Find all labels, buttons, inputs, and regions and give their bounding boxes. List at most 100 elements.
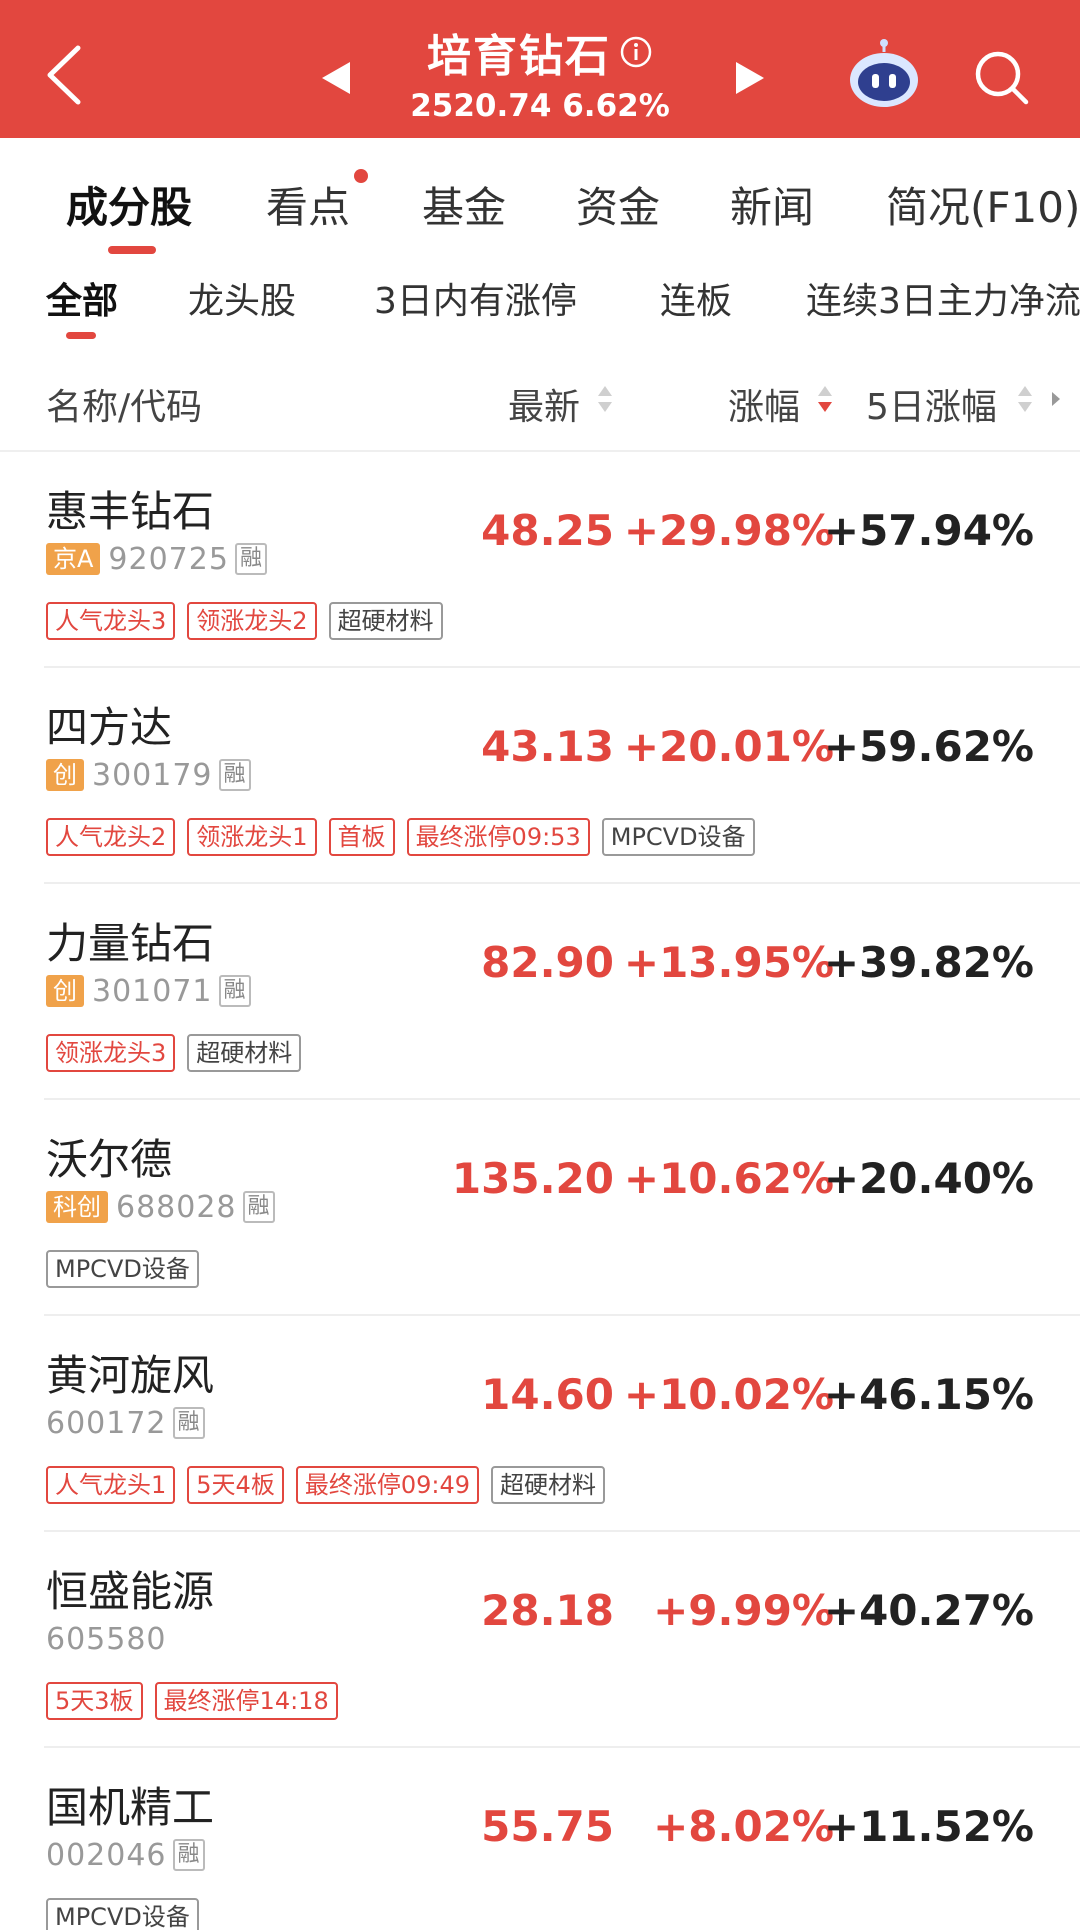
stock-code-line: 科创 688028 融 <box>46 1190 275 1225</box>
stock-row[interactable]: 力量钻石创 301071 融 82.90 +13.95% +39.82% 领涨龙头3 超硬材料 <box>0 884 1080 1100</box>
tag-list: 领涨龙头3 超硬材料 <box>46 1034 313 1072</box>
change-percent: +13.95% <box>623 938 834 987</box>
app-header: 培育钻石 2520.74 6.62% <box>0 0 1080 138</box>
change-5d-percent: +40.27% <box>823 1586 1034 1635</box>
change-5d-percent: +46.15% <box>823 1370 1034 1419</box>
tab-constituents[interactable]: 成分股 <box>66 174 192 235</box>
stock-tag[interactable]: 人气龙头1 <box>46 1466 176 1504</box>
sort-desc-icon[interactable] <box>816 382 834 418</box>
market-badge: 创 <box>46 759 84 791</box>
change-percent: +20.01% <box>623 722 834 771</box>
col-name-code: 名称/代码 <box>46 387 203 428</box>
stock-row[interactable]: 沃尔德 科创 688028 融 135.20 +10.62% +20.40% MPCVD设备 <box>0 1100 1080 1316</box>
tab-capital[interactable]: 资金 <box>576 174 660 235</box>
tab-funds[interactable]: 基金 <box>422 174 506 235</box>
stock-code: 605580 <box>46 1621 167 1657</box>
index-quote: 2520.74 6.62% <box>380 88 700 124</box>
index-change: 6.62% <box>562 88 670 124</box>
tag-list: 人气龙头3 领涨龙头2 超硬材料 <box>46 602 455 640</box>
tag-list: MPCVD设备 <box>46 1250 211 1288</box>
latest-price: 28.18 <box>481 1586 614 1635</box>
latest-price: 82.90 <box>481 938 614 987</box>
search-icon[interactable] <box>970 46 1032 108</box>
tab-profile[interactable]: 简况(F10) <box>886 174 1080 235</box>
tag-list: 5天3板 最终涨停14:18 <box>46 1682 350 1720</box>
change-percent: +29.98% <box>623 506 834 555</box>
sort-icon[interactable] <box>596 382 614 418</box>
col-latest[interactable]: 最新 <box>508 378 580 430</box>
stock-code-line: 002046 融 <box>46 1838 205 1873</box>
stock-row[interactable]: 四方达创 300179 融 43.13 +20.01% +59.62% 人气龙头2 领涨龙头1… <box>0 668 1080 884</box>
stock-tag[interactable]: 5天3板 <box>46 1682 143 1720</box>
change-percent: +10.02% <box>623 1370 834 1419</box>
stock-tag[interactable]: MPCVD设备 <box>601 818 755 856</box>
index-value: 2520.74 <box>410 88 552 124</box>
tag-list: 人气龙头1 5天4板 最终涨停09:49 超硬材料 <box>46 1466 617 1504</box>
stock-tag[interactable]: MPCVD设备 <box>46 1898 199 1930</box>
tab-news[interactable]: 新闻 <box>730 174 814 235</box>
change-5d-percent: +39.82% <box>823 938 1034 987</box>
market-badge: 科创 <box>46 1191 108 1223</box>
col-change[interactable]: 涨幅 <box>728 378 800 430</box>
main-tab-bar: 成分股 看点 基金 资金 新闻 简况(F10) <box>0 138 1080 258</box>
stock-tag[interactable]: 5天4板 <box>187 1466 284 1504</box>
stock-code-line: 600172 融 <box>46 1406 205 1441</box>
margin-tag: 融 <box>242 1191 275 1223</box>
tag-list: MPCVD设备 <box>46 1898 211 1930</box>
stock-row[interactable]: 国机精工 002046 融 55.75 +8.02% +11.52% MPCVD设备 <box>0 1748 1080 1930</box>
stock-tag[interactable]: 首板 <box>328 818 395 856</box>
stock-tag[interactable]: 人气龙头3 <box>46 602 176 640</box>
subtab-limit-up-3d[interactable]: 3日内有涨停 <box>374 272 577 324</box>
stock-tag[interactable]: 领涨龙头1 <box>187 818 317 856</box>
margin-tag: 融 <box>172 1407 205 1439</box>
info-icon[interactable] <box>619 35 653 69</box>
new-content-dot <box>354 169 368 183</box>
subtab-main-inflow[interactable]: 连续3日主力净流 <box>806 272 1080 324</box>
stock-tag[interactable]: 超硬材料 <box>328 602 443 640</box>
stock-row[interactable]: 恒盛能源 605580 28.18 +9.99% +40.27% 5天3板 最终涨停14:1… <box>0 1532 1080 1748</box>
tab-highlights[interactable]: 看点 <box>266 174 350 235</box>
latest-price: 43.13 <box>481 722 614 771</box>
stock-tag[interactable]: 领涨龙头3 <box>46 1034 176 1072</box>
change-percent: +8.02% <box>653 1802 834 1851</box>
change-percent: +9.99% <box>653 1586 834 1635</box>
stock-code: 301071 <box>92 973 213 1009</box>
stock-name: 惠丰钻石 <box>46 487 215 536</box>
stock-code: 920725 <box>108 541 229 577</box>
margin-tag: 融 <box>172 1839 205 1871</box>
stock-row[interactable]: 惠丰钻石京A 920725 融 48.25 +29.98% +57.94% 人气龙头3 领涨龙… <box>0 452 1080 668</box>
margin-tag: 融 <box>218 759 251 791</box>
subtab-consecutive[interactable]: 连板 <box>660 272 732 324</box>
change-5d-percent: +57.94% <box>823 506 1034 555</box>
stock-tag[interactable]: MPCVD设备 <box>46 1250 199 1288</box>
subtab-leaders[interactable]: 龙头股 <box>188 272 296 324</box>
scroll-right-icon[interactable] <box>1050 390 1062 408</box>
stock-tag[interactable]: 领涨龙头2 <box>187 602 317 640</box>
stock-code-line: 京A 920725 融 <box>46 541 267 577</box>
margin-tag: 融 <box>234 543 267 575</box>
change-5d-percent: +59.62% <box>823 722 1034 771</box>
stock-name: 沃尔德 <box>46 1135 173 1184</box>
stock-tag[interactable]: 超硬材料 <box>187 1034 302 1072</box>
next-index-icon[interactable] <box>732 58 768 98</box>
stock-code: 300179 <box>92 757 213 793</box>
change-5d-percent: +11.52% <box>823 1802 1034 1851</box>
latest-price: 48.25 <box>481 506 614 555</box>
col-change-5d[interactable]: 5日涨幅 <box>866 378 997 430</box>
stock-tag[interactable]: 最终涨停09:53 <box>406 818 590 856</box>
active-main-tab-indicator <box>108 246 156 254</box>
subtab-all[interactable]: 全部 <box>46 272 118 324</box>
stock-tag[interactable]: 最终涨停09:49 <box>295 1466 479 1504</box>
stock-tag[interactable]: 人气龙头2 <box>46 818 176 856</box>
stock-tag[interactable]: 超硬材料 <box>491 1466 605 1504</box>
stock-code-line: 创 300179 融 <box>46 757 251 793</box>
change-5d-percent: +20.40% <box>823 1154 1034 1203</box>
stock-name: 黄河旋风 <box>46 1351 215 1400</box>
back-arrow-icon[interactable] <box>40 40 90 110</box>
stock-name: 恒盛能源 <box>46 1567 215 1616</box>
robot-assistant-icon[interactable] <box>846 38 922 110</box>
stock-row[interactable]: 黄河旋风 600172 融 14.60 +10.02% +46.15% 人气龙头1 5天4板最… <box>0 1316 1080 1532</box>
sort-icon[interactable] <box>1016 382 1034 418</box>
stock-tag[interactable]: 最终涨停14:18 <box>154 1682 338 1720</box>
stock-code-line: 605580 <box>46 1621 173 1657</box>
